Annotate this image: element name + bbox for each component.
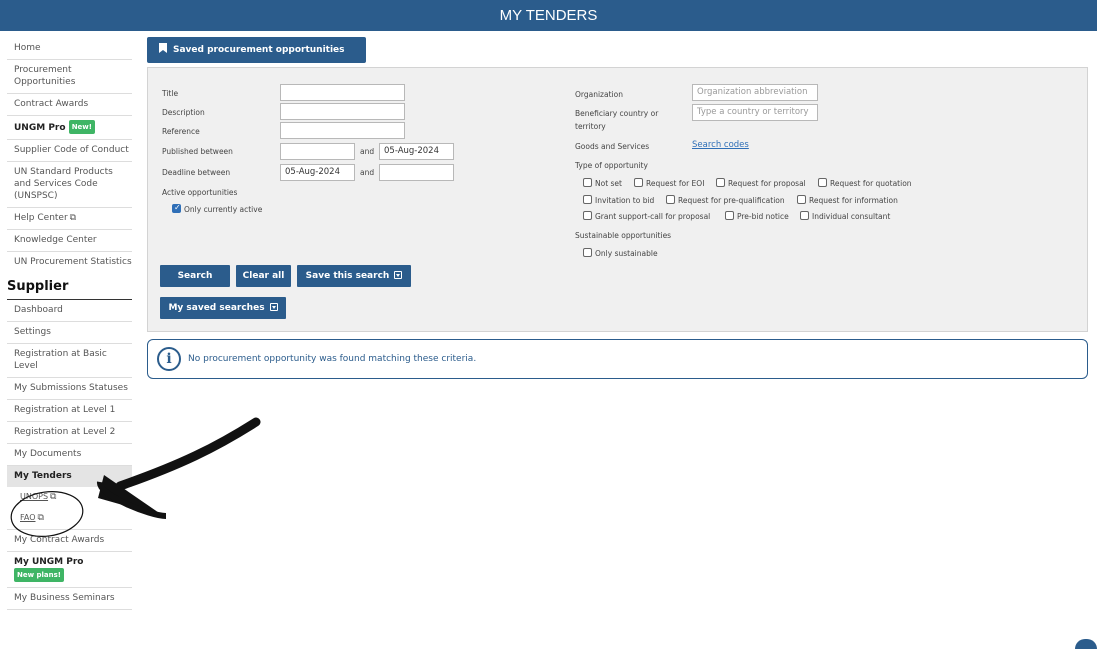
- annotation-arrow-icon: [10, 417, 261, 537]
